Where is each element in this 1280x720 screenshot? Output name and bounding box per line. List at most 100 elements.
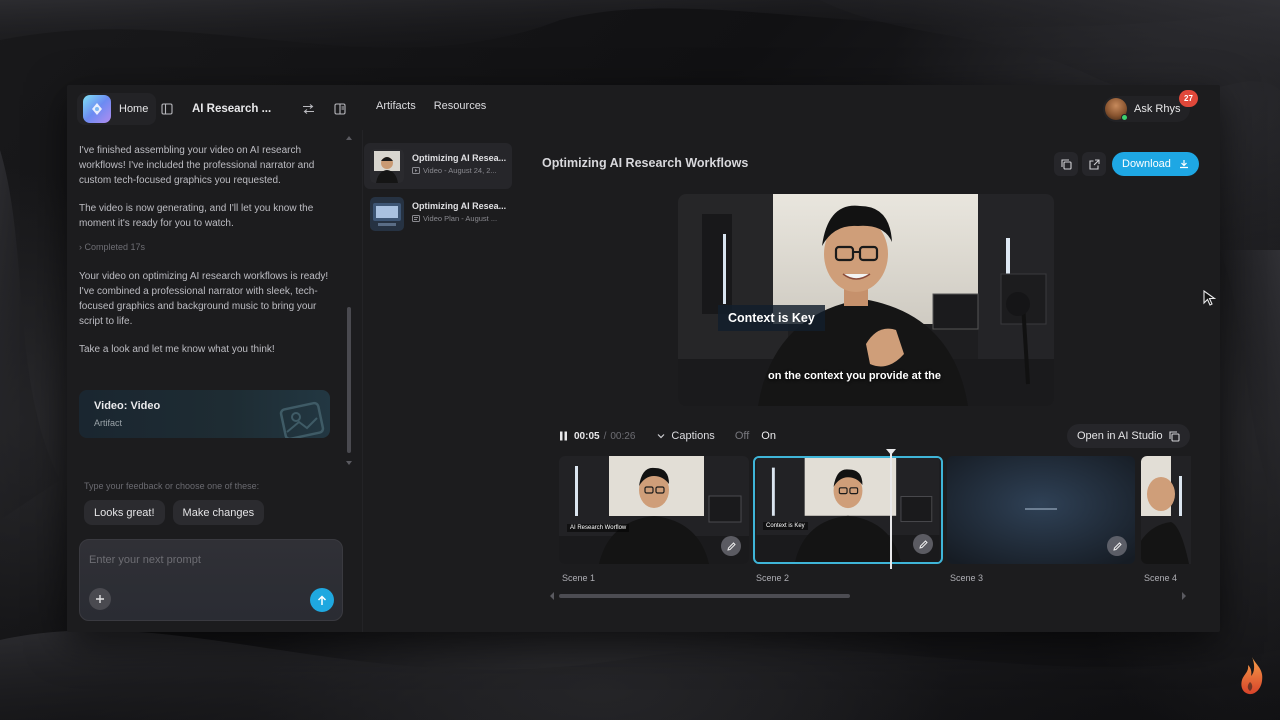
project-title[interactable]: AI Research ... [192,103,286,115]
scene-thumbnail[interactable] [1141,456,1191,564]
completed-label: Completed 17s [84,242,146,252]
download-label: Download [1122,158,1171,170]
panel-layout-icon[interactable] [331,100,349,118]
artifact-item[interactable]: Optimizing AI Resea... Video - August 24… [364,143,512,189]
home-label: Home [119,103,149,115]
avatar [1105,98,1128,121]
artifact-meta-text: Video - August 24, 2... [423,166,497,175]
timeline-scroll-thumb[interactable] [559,594,850,598]
video-artifact-card[interactable]: Video: Video Artifact [79,390,330,438]
prompt-composer [79,539,343,621]
edit-scene-button[interactable] [1107,536,1127,556]
scene-tag: Context is Key [763,522,808,530]
scene-thumbnail[interactable]: AI Research Worflow [559,456,749,564]
artifact-thumbnail [370,149,404,183]
arrow-up-icon [317,594,327,605]
sidebar-toggle-icon[interactable] [158,100,176,118]
assistant-message: Your video on optimizing AI research wor… [79,271,329,327]
scene-label: Scene 4 [1144,573,1178,583]
chat-header: Home AI Research ... [77,93,349,125]
suggestion-chips: Looks great! Make changes [84,500,265,525]
video-icon [412,167,420,174]
scene-thumbnail-active[interactable]: Context is Key [753,456,943,564]
image-placeholder-icon [279,401,325,438]
video-player[interactable]: Context is Key on the context you provid… [678,194,1054,406]
add-attachment-button[interactable] [89,588,111,610]
artifact-name: Optimizing AI Resea... [412,153,507,163]
scene-labels: Scene 1 Scene 2 Scene 3 Scene 4 [559,573,1191,585]
assistant-message: The video is now generating, and I'll le… [79,203,314,229]
artifact-card-subtitle: Artifact [94,418,123,428]
scene-thumbnail[interactable] [947,456,1135,564]
video-toolbar: Download [1054,152,1199,176]
scroll-up-icon[interactable] [346,135,352,141]
plus-icon [96,595,104,603]
chat-messages: I've finished assembling your video on A… [79,143,341,370]
pencil-icon [918,539,928,549]
scene-timeline: AI Research Worflow Context is Key [559,456,1191,566]
mouse-cursor-icon [1203,290,1217,306]
chevron-down-icon [657,434,665,439]
artifact-meta: Video - August 24, 2... [412,166,508,175]
current-time: 00:05 [574,430,600,442]
scene-tag: AI Research Worflow [567,524,630,532]
open-in-studio-button[interactable]: Open in AI Studio [1067,424,1190,448]
video-title: Optimizing AI Research Workflows [542,156,749,170]
flame-logo-icon [1241,657,1263,695]
timeline-playhead[interactable] [886,449,896,569]
scroll-left-icon[interactable] [549,592,555,600]
chat-scrollbar[interactable] [346,135,352,470]
tab-resources[interactable]: Resources [434,100,487,112]
artifact-item[interactable]: Optimizing AI Resea... Video Plan - Augu… [364,191,512,237]
captions-on-option[interactable]: On [761,430,776,442]
captions-off-option[interactable]: Off [735,430,749,442]
scroll-down-icon[interactable] [346,460,352,466]
looks-great-chip[interactable]: Looks great! [84,500,165,525]
assistant-message: Take a look and let me know what you thi… [79,344,275,355]
top-tabs: Artifacts Resources [376,100,486,112]
send-button[interactable] [310,588,334,612]
app-logo-icon [83,95,111,123]
ask-rhys-label: Ask Rhys [1134,103,1181,115]
scene-label: Scene 2 [756,573,790,583]
total-time: 00:26 [610,430,636,442]
plan-icon [412,215,420,222]
ask-rhys-button[interactable]: Ask Rhys [1103,96,1191,122]
download-button[interactable]: Download [1112,152,1199,176]
download-icon [1179,160,1188,169]
open-studio-label: Open in AI Studio [1077,430,1163,442]
scene-label: Scene 1 [562,573,596,583]
pencil-icon [726,541,736,551]
assistant-message: I've finished assembling your video on A… [79,145,315,186]
home-button[interactable]: Home [77,93,157,125]
online-status-dot [1121,114,1128,121]
copy-button[interactable] [1054,152,1078,176]
open-external-button[interactable] [1082,152,1106,176]
panel-divider [362,130,363,632]
scroll-right-icon[interactable] [1181,592,1187,600]
scene-label: Scene 3 [950,573,984,583]
chat-panel: Home AI Research ... I've finished assem… [67,85,357,632]
copy-icon [1060,158,1072,170]
captions-dropdown[interactable]: Captions [657,430,715,442]
pause-icon[interactable] [559,431,568,441]
artifact-meta: Video Plan - August ... [412,214,508,223]
notification-badge[interactable]: 27 [1179,90,1198,107]
prompt-input[interactable] [89,554,329,566]
completed-status[interactable]: › Completed 17s [79,240,341,255]
external-link-icon [1088,158,1100,170]
tab-artifacts[interactable]: Artifacts [376,100,416,112]
edit-scene-button[interactable] [913,534,933,554]
captions-toggle[interactable]: Off On [735,430,776,442]
switch-icon[interactable] [300,100,318,118]
app-window: Home AI Research ... I've finished assem… [67,85,1220,632]
captions-label: Captions [671,430,715,442]
copy-icon [1169,430,1180,442]
artifact-card-title: Video: Video [94,400,161,412]
make-changes-chip[interactable]: Make changes [172,500,265,525]
timeline-scrollbar[interactable] [549,591,1189,601]
edit-scene-button[interactable] [721,536,741,556]
chat-scroll-thumb[interactable] [347,307,351,453]
caption-subtitle: on the context you provide at the [768,370,941,382]
time-separator: / [603,430,607,442]
